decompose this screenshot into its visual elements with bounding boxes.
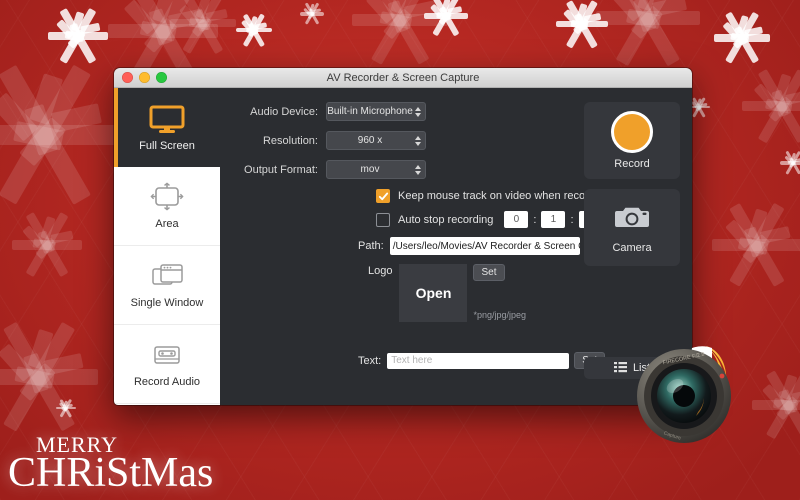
sidebar-item-area[interactable]: Area xyxy=(114,167,220,246)
camera-label: Camera xyxy=(612,241,652,254)
logo-dropzone[interactable]: Open xyxy=(399,264,468,322)
window-titlebar[interactable]: AV Recorder & Screen Capture xyxy=(114,68,692,88)
mouse-track-checkbox[interactable] xyxy=(376,189,390,203)
merry-christmas-wordmark: MERRY CHRiStMas xyxy=(8,434,214,496)
windows-icon xyxy=(147,261,187,291)
app-lens-badge-icon: FIRECORE F/2.8 Capture xyxy=(634,338,762,448)
sidebar-item-record-audio[interactable]: Record Audio xyxy=(114,325,220,404)
output-format-value: mov xyxy=(360,164,380,175)
audio-device-label: Audio Device: xyxy=(250,105,318,118)
text-input[interactable]: Text here xyxy=(387,352,570,369)
check-icon xyxy=(378,192,388,200)
auto-stop-label: Auto stop recording xyxy=(398,213,494,226)
mouse-track-label: Keep mouse track on video when recording… xyxy=(398,190,613,202)
sidebar-item-single-window[interactable]: Single Window xyxy=(114,246,220,325)
window-body: Full Screen Area Single Window Record Au… xyxy=(114,88,692,405)
wordmark-line-2: CHRiStMas xyxy=(8,450,214,496)
record-dot-icon xyxy=(611,111,653,153)
resolution-label: Resolution: xyxy=(262,134,318,147)
sidebar-item-label: Full Screen xyxy=(139,139,195,152)
chevron-updown-icon xyxy=(415,106,421,117)
audio-device-value: Built-in Microphone xyxy=(327,106,413,117)
auto-stop-hours-input[interactable]: 0 xyxy=(504,211,529,228)
logo-side-column: Set *png/jpg/jpeg xyxy=(467,264,526,322)
text-row: Text: Text here Set xyxy=(220,352,606,369)
resolution-select[interactable]: 960 x xyxy=(326,131,426,150)
text-label: Text: xyxy=(358,354,382,367)
logo-set-button[interactable]: Set xyxy=(473,264,505,281)
sidebar-item-label: Single Window xyxy=(130,297,204,309)
logo-open-text: Open xyxy=(415,285,452,301)
sidebar-item-label: Area xyxy=(155,218,179,230)
path-label: Path: xyxy=(358,240,384,252)
audio-device-select[interactable]: Built-in Microphone xyxy=(326,102,426,121)
camera-button[interactable]: Camera xyxy=(584,189,680,266)
mode-sidebar: Full Screen Area Single Window Record Au… xyxy=(114,88,220,405)
logo-label: Logo xyxy=(368,265,393,277)
monitor-icon xyxy=(147,104,187,134)
window-title: AV Recorder & Screen Capture xyxy=(326,71,480,84)
crop-area-icon xyxy=(147,182,187,212)
path-input[interactable]: /Users/leo/Movies/AV Recorder & Screen C… xyxy=(389,237,580,255)
record-label: Record xyxy=(614,158,650,170)
settings-pane: Audio Device: Built-in Microphone Resolu… xyxy=(220,88,692,405)
logo-format-hint: *png/jpg/jpeg xyxy=(473,310,527,320)
time-separator: : xyxy=(533,213,537,226)
sidebar-item-full-screen[interactable]: Full Screen xyxy=(114,88,220,167)
record-button[interactable]: Record xyxy=(584,102,680,179)
output-format-select[interactable]: mov xyxy=(326,160,426,179)
chevron-updown-icon xyxy=(415,135,421,146)
logo-row: Logo Open Set *png/jpg/jpeg xyxy=(220,264,692,322)
camera-icon xyxy=(612,202,652,237)
app-window: AV Recorder & Screen Capture Full Screen… xyxy=(114,68,692,405)
action-column: Record Camera xyxy=(584,102,680,266)
sidebar-item-label: Record Audio xyxy=(133,376,201,388)
time-separator: : xyxy=(570,213,574,226)
auto-stop-minutes-input[interactable]: 1 xyxy=(541,211,566,228)
list-icon xyxy=(613,361,627,376)
cassette-tape-icon xyxy=(147,340,187,370)
resolution-value: 960 x xyxy=(357,135,383,146)
auto-stop-checkbox[interactable] xyxy=(376,212,390,227)
output-format-label: Output Format: xyxy=(244,163,318,176)
chevron-updown-icon xyxy=(415,164,421,175)
